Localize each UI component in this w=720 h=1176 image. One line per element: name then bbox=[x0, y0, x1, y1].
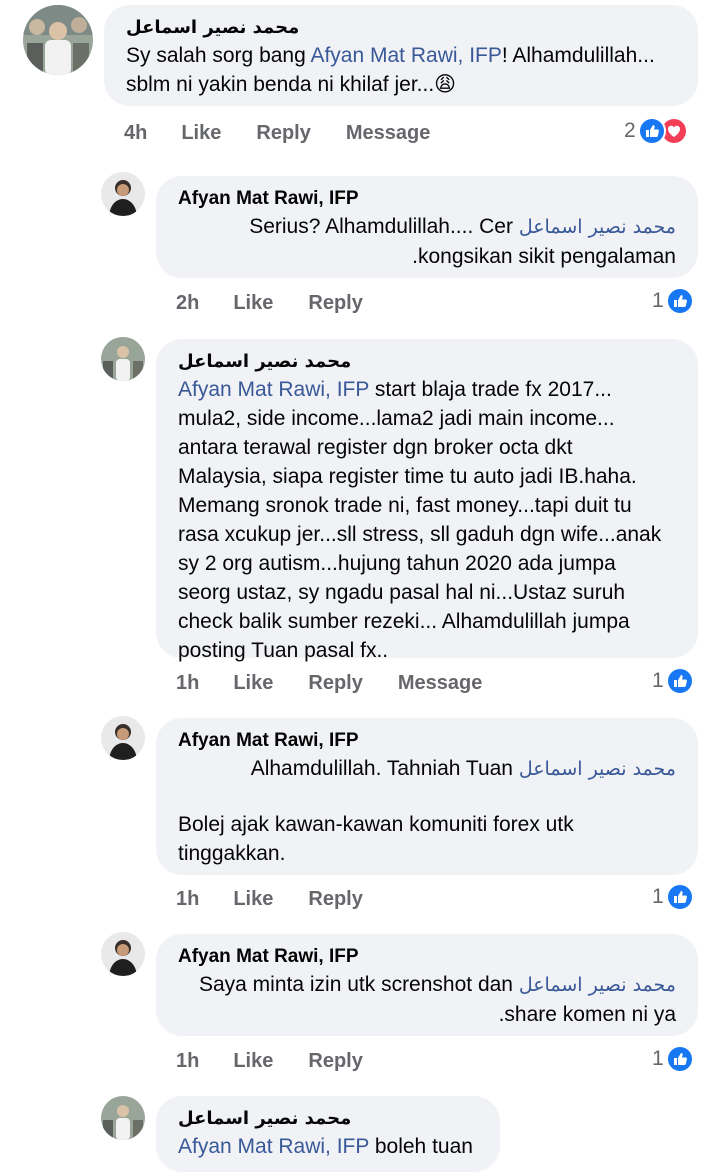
comment-actions: 1h Like Reply bbox=[176, 884, 398, 914]
comment-time[interactable]: 1h bbox=[176, 672, 199, 695]
reply-button[interactable]: Reply bbox=[256, 122, 310, 145]
comment-author[interactable]: Afyan Mat Rawi, IFP bbox=[178, 186, 676, 212]
comment-actions: 4h Like Reply Message bbox=[124, 118, 465, 148]
comment-bubble: Afyan Mat Rawi, IFP محمد نصير اسماعل Say… bbox=[156, 934, 698, 1036]
comment-author[interactable]: محمد نصير اسماعل bbox=[178, 1106, 478, 1132]
comment-author[interactable]: محمد نصير اسماعل bbox=[126, 15, 676, 41]
comment-author[interactable]: Afyan Mat Rawi, IFP bbox=[178, 728, 676, 754]
reaction-count: 1 bbox=[652, 1047, 664, 1070]
mention-link[interactable]: محمد نصير اسماعل bbox=[519, 974, 676, 996]
reaction-summary[interactable]: 1 bbox=[652, 286, 694, 316]
like-button[interactable]: Like bbox=[233, 292, 273, 315]
reaction-count: 1 bbox=[652, 289, 664, 312]
reaction-count: 1 bbox=[652, 885, 664, 908]
comment-author[interactable]: Afyan Mat Rawi, IFP bbox=[178, 944, 676, 970]
comment-time[interactable]: 2h bbox=[176, 292, 199, 315]
like-icon bbox=[665, 667, 694, 695]
like-button[interactable]: Like bbox=[181, 122, 221, 145]
comment-actions: 2h Like Reply bbox=[176, 288, 398, 318]
like-icon bbox=[637, 117, 666, 145]
comment-text-line: tinggakkan. bbox=[178, 842, 286, 865]
comment-text-line: rasa xcukup jer...sll stress, sll gaduh … bbox=[178, 523, 662, 546]
comment-text-line: kongsikan sikit pengalaman. bbox=[412, 245, 676, 268]
comment-text-line: posting Tuan pasal fx.. bbox=[178, 639, 389, 662]
comment-bubble: Afyan Mat Rawi, IFP محمد نصير اسماعل Alh… bbox=[156, 718, 698, 875]
comment-actions: 1h Like Reply bbox=[176, 1046, 398, 1076]
comment-text-line: antara terawal register dgn broker octa … bbox=[178, 436, 573, 459]
comment-time[interactable]: 1h bbox=[176, 1050, 199, 1073]
comment-text: Afyan Mat Rawi, IFP boleh tuan bbox=[178, 1135, 473, 1158]
mention-link[interactable]: Afyan Mat Rawi, IFP bbox=[178, 378, 369, 401]
reaction-summary[interactable]: 1 bbox=[652, 882, 694, 912]
comment-actions: 1h Like Reply Message bbox=[176, 668, 517, 698]
comment-text: محمد نصير اسماعل Serius? Alhamdulillah..… bbox=[249, 215, 676, 238]
reply-button[interactable]: Reply bbox=[308, 672, 362, 695]
comment-text: محمد نصير اسماعل Saya minta izin utk scr… bbox=[198, 973, 676, 996]
reply-button[interactable]: Reply bbox=[308, 292, 362, 315]
comment-text: محمد نصير اسماعل Alhamdulillah. Tahniah … bbox=[250, 757, 676, 780]
like-button[interactable]: Like bbox=[233, 1050, 273, 1073]
mention-link[interactable]: Afyan Mat Rawi, IFP bbox=[310, 44, 501, 67]
comment-bubble: محمد نصير اسماعل Afyan Mat Rawi, IFP bol… bbox=[156, 1096, 500, 1172]
reaction-summary[interactable]: 1 bbox=[652, 666, 694, 696]
message-button[interactable]: Message bbox=[346, 122, 431, 145]
comment-text: Sy salah sorg bang Afyan Mat Rawi, IFP! … bbox=[126, 44, 655, 67]
like-button[interactable]: Like bbox=[233, 672, 273, 695]
avatar[interactable] bbox=[101, 172, 145, 216]
like-icon bbox=[665, 287, 694, 315]
message-button[interactable]: Message bbox=[398, 672, 483, 695]
comment-time[interactable]: 4h bbox=[124, 122, 147, 145]
reaction-summary[interactable]: 1 bbox=[652, 1044, 694, 1074]
avatar[interactable] bbox=[101, 716, 145, 760]
comment-text: Afyan Mat Rawi, IFP start blaja trade fx… bbox=[178, 378, 612, 401]
comment-bubble: Afyan Mat Rawi, IFP محمد نصير اسماعل Ser… bbox=[156, 176, 698, 278]
mention-link[interactable]: محمد نصير اسماعل bbox=[519, 216, 676, 238]
reaction-count: 2 bbox=[624, 119, 636, 142]
reaction-summary[interactable]: 2 bbox=[624, 116, 688, 146]
comment-time[interactable]: 1h bbox=[176, 888, 199, 911]
mention-link[interactable]: Afyan Mat Rawi, IFP bbox=[178, 1135, 369, 1158]
comment-author[interactable]: محمد نصير اسماعل bbox=[178, 349, 676, 375]
reply-button[interactable]: Reply bbox=[308, 1050, 362, 1073]
comment-text-line: sy 2 org autism...hujung tahun 2020 ada … bbox=[178, 552, 616, 575]
like-icon bbox=[665, 883, 694, 911]
like-icon bbox=[665, 1045, 694, 1073]
avatar[interactable] bbox=[101, 1096, 145, 1140]
comment-text-line: mula2, side income...lama2 jadi main inc… bbox=[178, 407, 615, 430]
comment-bubble: محمد نصير اسماعل Sy salah sorg bang Afya… bbox=[104, 5, 698, 106]
comment-text-line: Memang sronok trade ni, fast money...tap… bbox=[178, 494, 632, 517]
comment-text-line: share komen ni ya. bbox=[498, 1003, 676, 1026]
comment-bubble: محمد نصير اسماعل Afyan Mat Rawi, IFP sta… bbox=[156, 339, 698, 662]
avatar[interactable] bbox=[23, 5, 93, 75]
reply-button[interactable]: Reply bbox=[308, 888, 362, 911]
comment-text-line: sblm ni yakin benda ni khilaf jer...😩 bbox=[126, 73, 457, 96]
comment-text-line: check balik sumber rezeki... Alhamdulill… bbox=[178, 610, 630, 633]
avatar[interactable] bbox=[101, 337, 145, 381]
avatar[interactable] bbox=[101, 932, 145, 976]
reaction-count: 1 bbox=[652, 669, 664, 692]
comment-text-line: Malaysia, siapa register time tu auto ja… bbox=[178, 465, 637, 488]
comment-text-line: Bolej ajak kawan-kawan komuniti forex ut… bbox=[178, 813, 574, 836]
like-button[interactable]: Like bbox=[233, 888, 273, 911]
mention-link[interactable]: محمد نصير اسماعل bbox=[519, 758, 676, 780]
comment-text-line: seorg ustaz, sy ngadu pasal hal ni...Ust… bbox=[178, 581, 626, 604]
